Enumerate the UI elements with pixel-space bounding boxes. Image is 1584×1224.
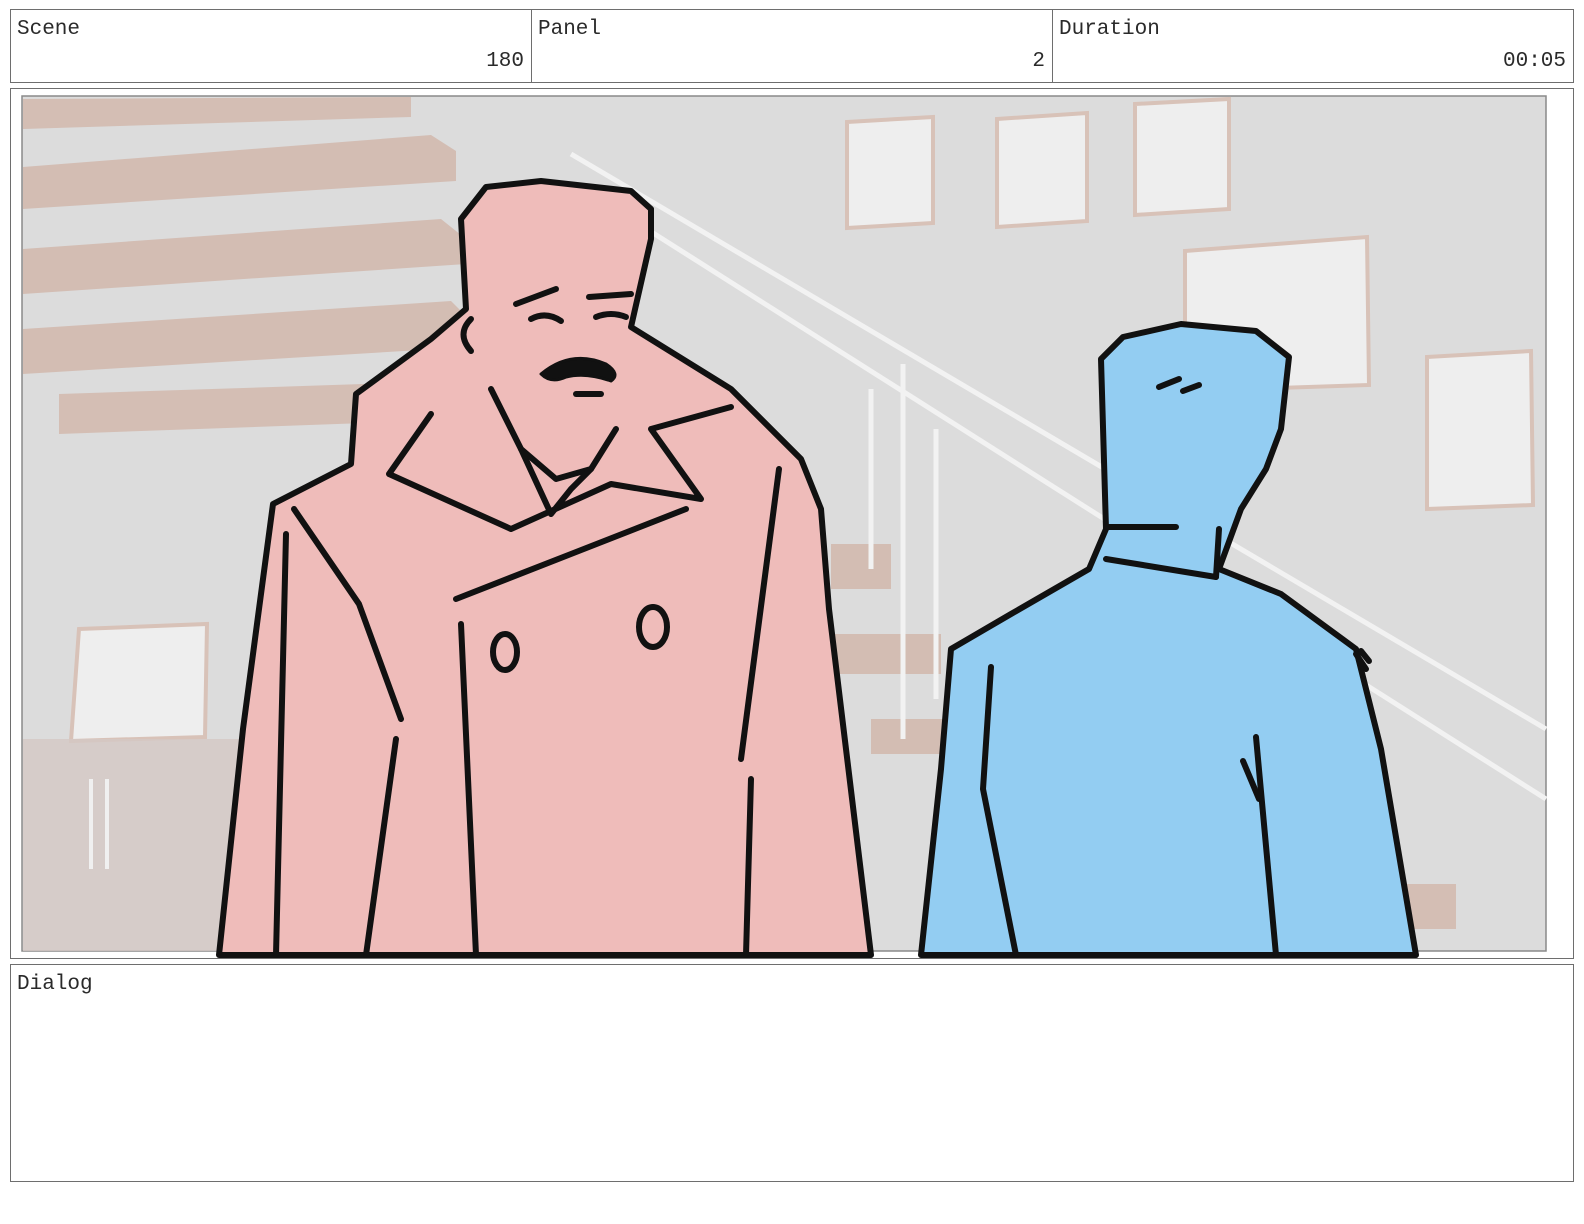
panel-cell: Panel 2 [532, 10, 1053, 82]
panel-header: Scene 180 Panel 2 Duration 00:05 [10, 9, 1574, 83]
scene-cell: Scene 180 [11, 10, 532, 82]
panel-number: 2 [1032, 50, 1045, 73]
duration-value: 00:05 [1502, 50, 1566, 73]
duration-cell: Duration 00:05 [1053, 10, 1573, 82]
panel-label: Panel [538, 18, 602, 41]
duration-label: Duration [1059, 18, 1160, 41]
storyboard-drawing-icon [21, 95, 1548, 958]
dialog-label: Dialog [17, 973, 93, 996]
scene-number: 180 [486, 50, 524, 73]
cabinet [23, 739, 248, 951]
scene-label: Scene [17, 18, 81, 41]
storyboard-panel [10, 88, 1574, 959]
dialog-box: Dialog [10, 964, 1574, 1182]
